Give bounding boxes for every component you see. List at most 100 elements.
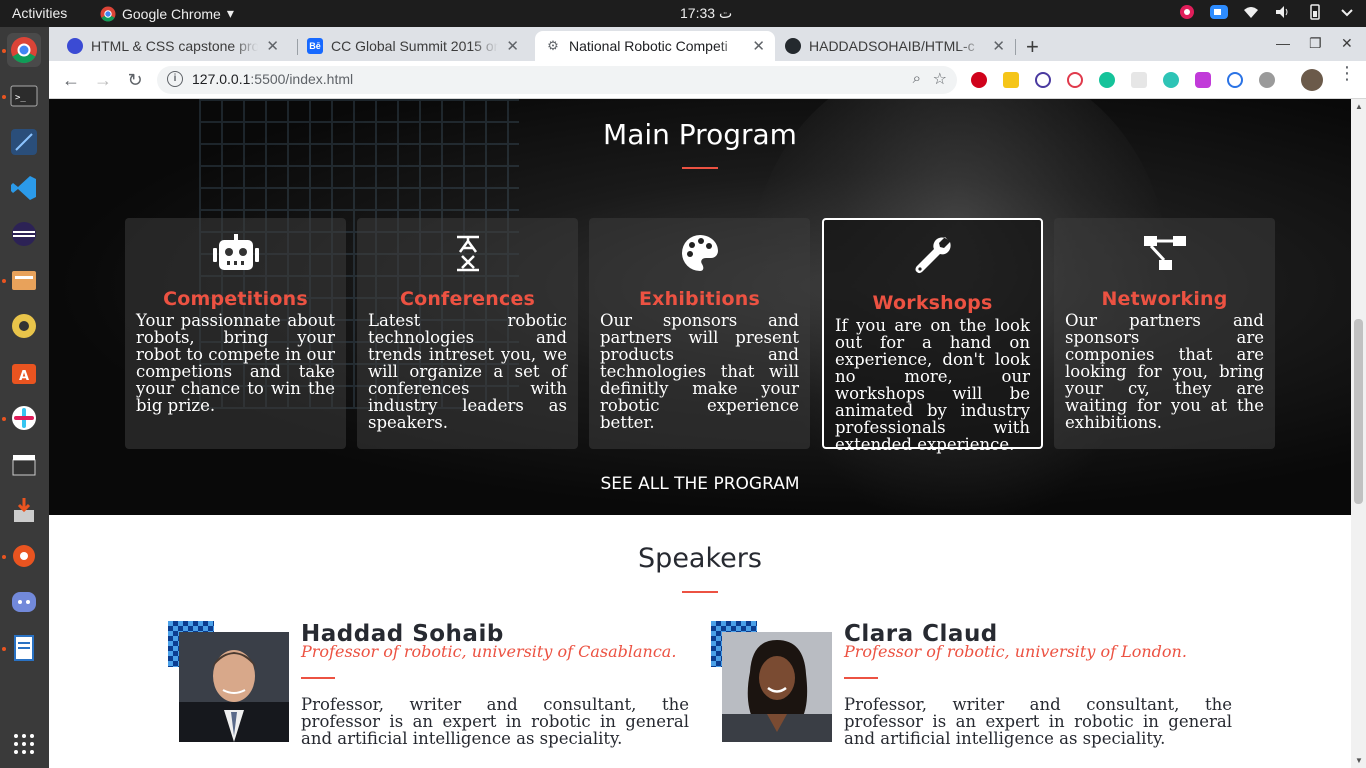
speaker-description: Professor, writer and consultant, the pr… [301,695,689,748]
extension-bug-icon[interactable] [1259,72,1275,88]
extension-blue-icon[interactable] [1227,72,1243,88]
card-text: If you are on the look out for a hand on… [835,316,1030,454]
extension-purple-icon[interactable] [1195,72,1211,88]
wrench-icon [824,236,1041,276]
card-title: Exhibitions [638,288,761,310]
close-window-button[interactable]: ✕ [1341,35,1353,52]
tab-national-robotic[interactable]: ⚙ National Robotic Competi ✕ [535,31,775,61]
activities-button[interactable]: Activities [12,5,67,21]
robot-arm-favicon-icon: ⚙ [547,38,559,53]
tab-title: CC Global Summit 2015 on [331,38,499,54]
speaker-description: Professor, writer and consultant, the pr… [844,695,1232,748]
minimize-button[interactable]: — [1276,35,1290,51]
chrome-logo-icon [100,6,116,21]
tab-cc-global-summit[interactable]: Bē CC Global Summit 2015 on ✕ [297,31,529,61]
card-text: Our sponsors and partners will present p… [600,311,799,432]
scrollbar-thumb[interactable] [1354,319,1363,504]
bookmark-star-icon[interactable]: ☆ [933,69,947,89]
grammarly-extension-icon[interactable] [1099,72,1115,88]
dock-text-editor[interactable] [7,631,41,665]
terminal-icon: >_ [10,85,38,107]
clock[interactable]: 17:33 ت [680,5,732,22]
discord-icon [12,592,36,612]
tab-html-css-capstone[interactable]: HTML & CSS capstone pro ✕ [57,31,289,61]
adblock-extension-icon[interactable] [971,72,987,88]
tab-title: National Robotic Competi [569,38,728,54]
program-card-conferences[interactable]: Conferences Latest robotic technologies … [357,218,578,449]
tab-title: HADDADSOHAIB/HTML-c [809,38,975,54]
page-scrollbar[interactable]: ▲ ▼ [1351,99,1366,768]
system-top-bar: Activities Google Chrome ▾ 17:33 ت [0,0,1366,27]
site-info-icon[interactable]: i [167,71,183,87]
dock-software[interactable]: A [7,355,41,389]
section-title: Speakers [638,543,762,574]
see-all-program-link[interactable]: SEE ALL THE PROGRAM [49,474,1351,494]
scroll-down-arrow-icon[interactable]: ▼ [1355,756,1363,765]
program-card-exhibitions[interactable]: Exhibitions Our sponsors and partners wi… [589,218,810,449]
program-card-networking[interactable]: Networking Our partners and sponsors are… [1054,218,1275,449]
software-center-icon: A [12,364,36,384]
web-page: Main Program Competitions Your passionna… [49,99,1366,768]
eclipse-icon [12,222,36,246]
dock-vscode[interactable] [7,171,41,205]
block-extension-icon[interactable] [1035,72,1051,88]
svg-text:>_: >_ [15,93,26,103]
dock-slack[interactable] [7,401,41,435]
show-applications-button[interactable] [7,727,41,761]
card-title: Competitions [163,288,308,310]
url-text[interactable]: 127.0.0.1:5500/index.html [192,71,353,87]
extension-teal-icon[interactable] [1163,72,1179,88]
dock-settings[interactable] [7,539,41,573]
dock-eclipse[interactable] [7,217,41,251]
close-icon[interactable]: ✕ [752,37,765,55]
card-text: Our partners and sponsors are componies … [1065,311,1264,432]
browser-window: HTML & CSS capstone pro ✕ Bē CC Global S… [49,27,1366,99]
dock-rhythmbox[interactable] [7,309,41,343]
chrome-menu-button[interactable]: ⋮ [1338,64,1356,82]
extension-grey-icon[interactable] [1131,72,1147,88]
extension-yellow-icon[interactable] [1003,72,1019,88]
dock-git-client[interactable] [7,125,41,159]
system-menu-icon[interactable] [1338,3,1356,21]
wifi-icon[interactable] [1242,3,1260,21]
scroll-up-arrow-icon[interactable]: ▲ [1355,102,1363,111]
browser-toolbar: ← → ↻ i 127.0.0.1:5500/index.html ⌕ ☆ ⋮ [49,61,1366,99]
extension-red-icon[interactable] [1067,72,1083,88]
slack-tray-icon[interactable] [1178,3,1196,21]
speaker-divider [301,677,335,679]
close-icon[interactable]: ✕ [992,37,1005,55]
reload-button[interactable]: ↻ [124,69,146,91]
program-card-workshops[interactable]: Workshops If you are on the look out for… [822,218,1043,453]
battery-icon[interactable] [1306,3,1324,21]
close-icon[interactable]: ✕ [266,37,279,55]
zoom-tray-icon[interactable] [1210,3,1228,21]
app-menu[interactable]: Google Chrome ▾ [100,5,234,22]
clapperboard-icon [12,455,36,476]
dock-installer[interactable] [7,493,41,527]
dock-discord[interactable] [7,585,41,619]
settings-icon [13,545,35,567]
url-path: :5500/index.html [250,71,354,87]
speaker-photo [722,632,832,742]
tab-title: HTML & CSS capstone pro [91,38,259,54]
volume-icon[interactable] [1274,3,1292,21]
new-tab-button[interactable]: + [1026,34,1039,60]
address-bar[interactable]: i 127.0.0.1:5500/index.html ⌕ ☆ [157,66,957,94]
system-tray [1178,3,1356,21]
tab-github-repo[interactable]: HADDADSOHAIB/HTML-c ✕ [775,31,1015,61]
profile-avatar[interactable] [1301,69,1323,91]
app-name: Google Chrome [122,5,221,22]
dock-chrome[interactable] [7,33,41,67]
dock-video-editor[interactable] [7,447,41,481]
zoom-icon[interactable]: ⌕ [913,70,921,87]
restore-button[interactable]: ❐ [1309,35,1322,52]
forward-button[interactable]: → [92,69,114,91]
card-text: Your passionnate about robots, bring you… [136,311,335,415]
dock-terminal[interactable]: >_ [7,79,41,113]
card-title: Workshops [872,292,993,314]
back-button[interactable]: ← [60,69,82,91]
dock-files[interactable] [7,263,41,297]
close-icon[interactable]: ✕ [506,37,519,55]
vscode-icon [11,176,36,200]
program-card-competitions[interactable]: Competitions Your passionnate about robo… [125,218,346,449]
